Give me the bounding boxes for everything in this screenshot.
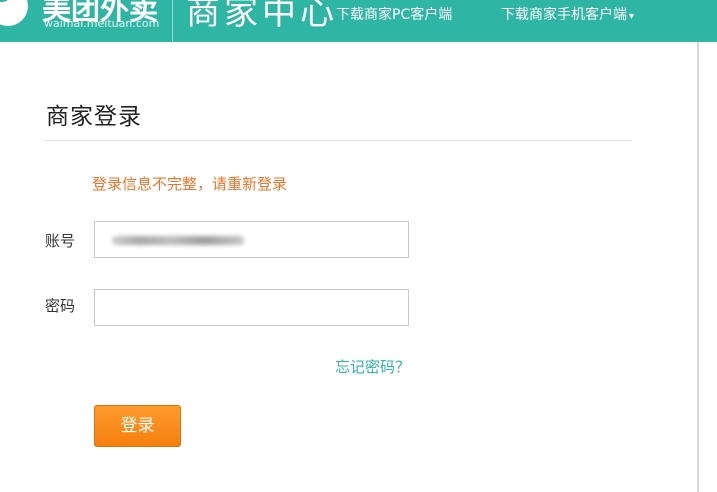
header-divider [172, 0, 173, 42]
download-mobile-client-label: 下载商家手机客户端 [501, 7, 627, 23]
title-divider [44, 140, 632, 141]
forgot-password-link[interactable]: 忘记密码？ [335, 356, 410, 377]
login-button[interactable]: 登录 [94, 405, 181, 447]
bowl-logo-icon [0, 0, 28, 26]
login-error-message: 登录信息不完整，请重新登录 [92, 175, 288, 193]
caret-down-icon: ▾ [629, 11, 635, 22]
password-label: 密码 [45, 297, 76, 315]
download-pc-client-link[interactable]: 下载商家PC客户端 [336, 4, 452, 24]
login-title: 商家登录 [46, 104, 142, 130]
password-input[interactable] [94, 289, 409, 326]
account-label: 账号 [45, 232, 76, 250]
account-value-redacted [112, 236, 244, 245]
download-mobile-client-link[interactable]: 下载商家手机客户端 ▾ [501, 4, 634, 24]
panel-right-border [697, 42, 699, 492]
account-input[interactable] [94, 221, 409, 258]
logo-domain: waimai.meituan.com [44, 17, 160, 30]
top-header-bar: 美团外卖 waimai.meituan.com 商家中心 下载商家PC客户端 下… [0, 0, 717, 42]
merchant-center-title: 商家中心 [186, 0, 338, 33]
